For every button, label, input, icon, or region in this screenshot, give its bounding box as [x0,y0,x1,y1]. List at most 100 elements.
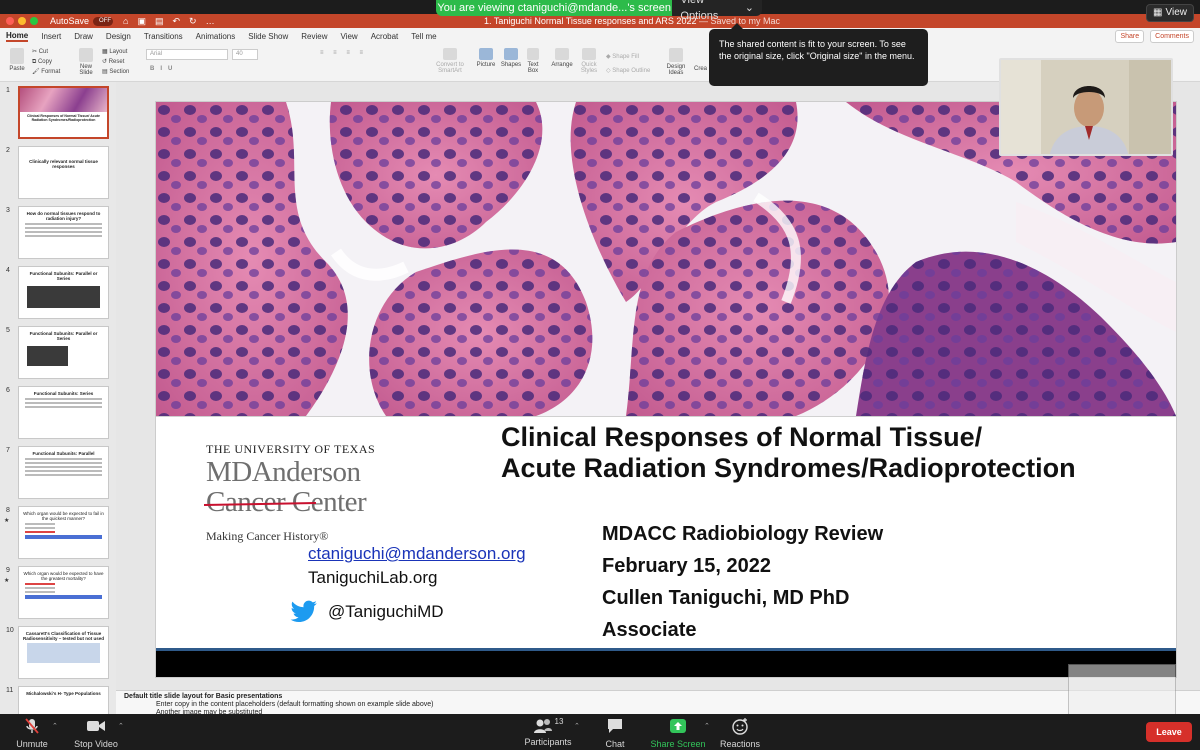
cut-button[interactable]: ✂ Cut [32,47,60,57]
slide-title-line1: Clinical Responses of Normal Tissue/ [501,422,983,452]
speaker-notes[interactable]: Default title slide layout for Basic pre… [116,690,1200,716]
copy-button[interactable]: ⧉ Copy [32,57,60,67]
unmute-button[interactable]: Unmute [12,717,52,749]
home-icon[interactable]: ⌂ [123,14,128,28]
shape-format-group: ◆ Shape Fill ◇ Shape Outline [606,50,650,78]
tab-tell-me[interactable]: Tell me [411,32,436,41]
speaker-video[interactable] [999,58,1173,156]
slide-thumbnail[interactable]: How do normal tissues respond to radiati… [18,206,109,259]
course-name: MDACC Radiobiology Review [602,523,884,545]
slide-thumbnails-panel[interactable]: 1 Clinical Responses of Normal Tissue/ A… [0,82,116,714]
slide-title[interactable]: Clinical Responses of Normal Tissue/ Acu… [501,422,1161,484]
slide-thumbnail[interactable]: Michalowski's H- Type Populations [18,686,109,714]
section-button[interactable]: ▤ Section [102,67,129,77]
new-slide-button[interactable]: New Slide [76,48,96,76]
slide-thumbnail[interactable]: Functional Subunits: Parallel or Series [18,266,109,319]
slide-thumbnail[interactable]: Which organ would be expected to have th… [18,566,109,619]
stop-video-button[interactable]: Stop Video [70,717,122,749]
slide-thumbnail[interactable]: Clinically relevant normal tissue respon… [18,146,109,199]
tab-acrobat[interactable]: Acrobat [371,32,399,41]
print-icon[interactable]: ▤ [155,14,164,28]
tab-slide-show[interactable]: Slide Show [248,32,288,41]
video-options-chevron[interactable]: ⌃ [118,722,124,730]
tab-animations[interactable]: Animations [196,32,236,41]
thumbnail-item[interactable]: 7 Functional Subunits: Parallel [0,444,116,504]
thumbnail-item[interactable]: 10 Cassarett's Classification of Tissue … [0,624,116,684]
participants-options-chevron[interactable]: ⌃ [574,722,580,730]
undo-icon[interactable]: ↶ [173,14,181,28]
tab-home[interactable]: Home [6,31,29,42]
share-screen-label: Share Screen [650,739,706,749]
layout-button[interactable]: ▦ Layout [102,47,129,57]
slide-thumbnail[interactable]: Clinical Responses of Normal Tissue/ Acu… [18,86,109,139]
autosave-toggle[interactable]: OFF [93,16,114,26]
chat-button[interactable]: Chat [596,717,634,749]
audio-options-chevron[interactable]: ⌃ [52,722,58,730]
paste-button[interactable]: Paste [6,48,28,72]
slide-thumbnail[interactable]: Cassarett's Classification of Tissue Rad… [18,626,109,679]
tab-view[interactable]: View [341,32,358,41]
share-button[interactable]: Share [1115,29,1145,43]
maximize-window-button[interactable] [30,17,38,25]
notes-line: Default title slide layout for Basic pre… [124,693,283,700]
thumbnail-line [25,398,102,400]
leave-meeting-button[interactable]: Leave [1146,722,1192,742]
arrange-button[interactable]: Arrange [550,48,574,68]
participants-button[interactable]: 13 Participants [518,717,578,747]
thumbnail-item[interactable]: 9 ★ Which organ would be expected to hav… [0,564,116,624]
current-slide[interactable]: THE UNIVERSITY OF TEXAS MDAnderson Cance… [156,102,1176,677]
thumbnail-item[interactable]: 3 How do normal tissues respond to radia… [0,204,116,264]
text-box-button[interactable]: Text Box [524,48,542,74]
slide-thumbnail[interactable]: Functional Subunits: Parallel [18,446,109,499]
more-icon[interactable]: … [206,14,215,28]
font-format-buttons[interactable]: BIU [150,66,178,72]
thumbnail-item[interactable]: 6 Functional Subunits: Series [0,384,116,444]
thumbnail-item[interactable]: 8 ★ Which organ would be expected to fai… [0,504,116,564]
comments-button[interactable]: Comments [1150,29,1194,43]
email-link[interactable]: ctaniguchi@mdanderson.org [308,542,526,566]
thumbnail-item[interactable]: 4 Functional Subunits: Parallel or Serie… [0,264,116,324]
quick-styles-icon [582,48,596,60]
share-options-chevron[interactable]: ⌃ [704,722,710,730]
smartart-icon [443,48,457,60]
font-size-select[interactable]: 40 [232,49,258,60]
thumbnail-item[interactable]: 2 Clinically relevant normal tissue resp… [0,144,116,204]
paragraph-buttons[interactable]: ≡ ≡ ≡ ≡ [320,50,367,56]
convert-smartart-button[interactable]: Convert to SmartArt [434,48,466,74]
slide-thumbnail[interactable]: Functional Subunits: Parallel or Series [18,326,109,379]
format-painter-button[interactable]: 🖌 Format [32,67,60,77]
picture-button[interactable]: Picture [475,48,497,68]
tab-draw[interactable]: Draw [74,32,93,41]
thumbnail-item[interactable]: 5 Functional Subunits: Parallel or Serie… [0,324,116,384]
view-options-button[interactable]: View Options ⌄ [672,0,762,22]
design-ideas-button[interactable]: Design Ideas [664,48,688,76]
shapes-button[interactable]: Shapes [500,48,522,68]
tab-transitions[interactable]: Transitions [144,32,183,41]
create-button[interactable]: Crea [694,66,707,72]
arrange-icon [555,48,569,60]
font-name-select[interactable]: Arial [146,49,228,60]
paste-icon [10,48,24,64]
tab-insert[interactable]: Insert [41,32,61,41]
thumbnail-line [25,231,102,233]
slide-thumbnail[interactable]: Functional Subunits: Series [18,386,109,439]
tab-design[interactable]: Design [106,32,131,41]
share-screen-button[interactable]: Share Screen [648,717,708,749]
view-button[interactable]: ▦ View [1146,4,1194,22]
reset-button[interactable]: ↺ Reset [102,57,129,67]
presentation-details[interactable]: MDACC Radiobiology Review February 15, 2… [602,518,883,646]
presenter-rank: Associate [602,619,697,641]
save-icon[interactable]: ▣ [137,14,146,28]
quick-styles-button[interactable]: Quick Styles [578,48,600,74]
tab-review[interactable]: Review [301,32,327,41]
minimize-window-button[interactable] [18,17,26,25]
reactions-button[interactable]: Reactions [716,717,764,749]
thumbnail-number: 2 [6,147,10,154]
slide-thumbnail[interactable]: Which organ would be expected to fail in… [18,506,109,559]
shape-outline-button[interactable]: ◇ Shape Outline [606,64,650,78]
shape-fill-button[interactable]: ◆ Shape Fill [606,50,650,64]
thumbnail-item[interactable]: 1 Clinical Responses of Normal Tissue/ A… [0,84,116,144]
close-window-button[interactable] [6,17,14,25]
thumbnail-item[interactable]: 11 Michalowski's H- Type Populations [0,684,116,714]
redo-icon[interactable]: ↻ [189,14,197,28]
